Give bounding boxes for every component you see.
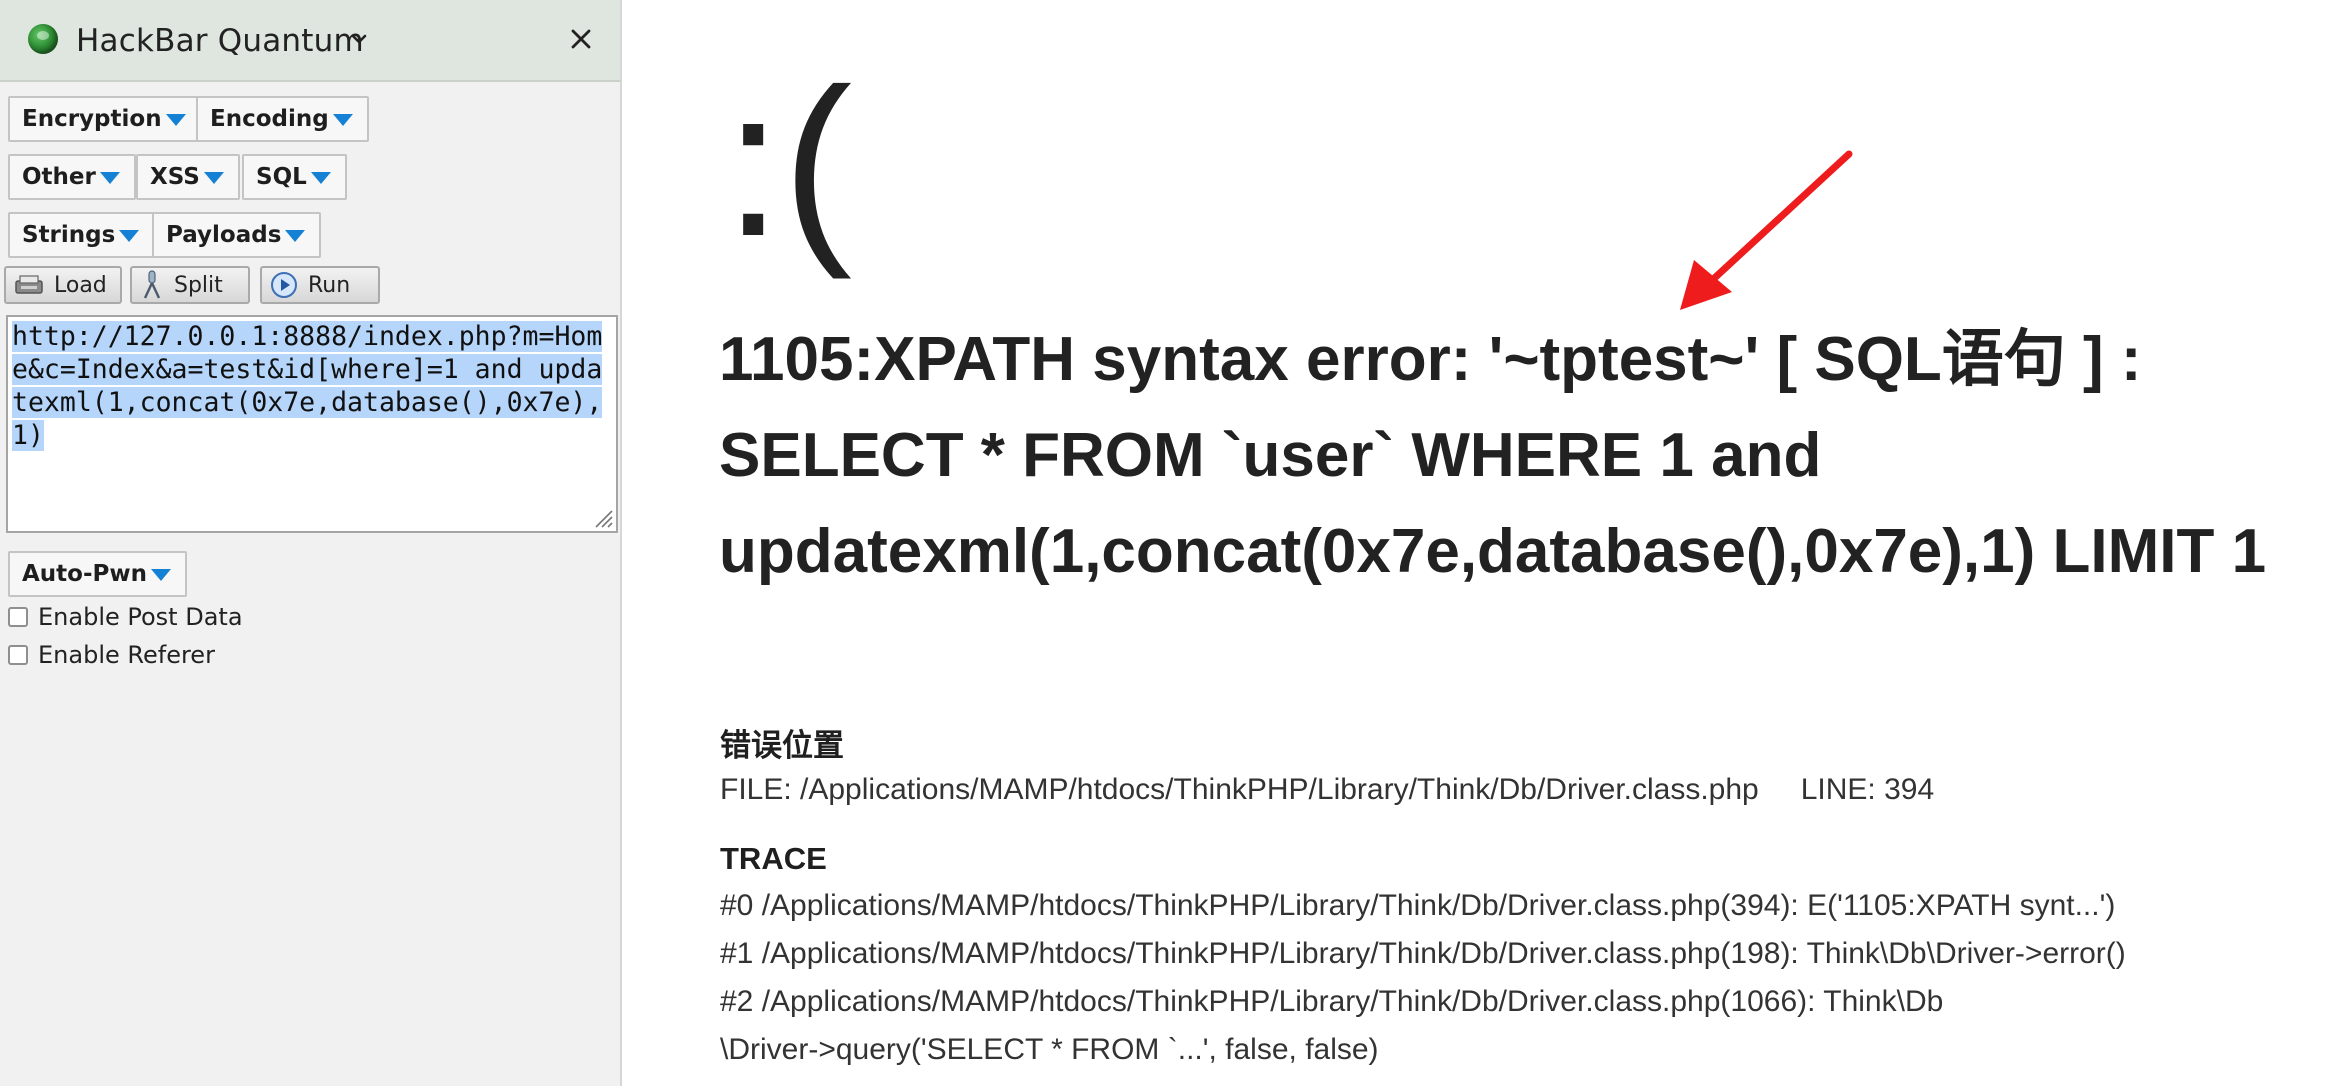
dropdown-triangle-icon [332,114,353,126]
encoding-menu-button[interactable]: Encoding [196,96,369,142]
url-textarea[interactable]: http://127.0.0.1:8888/index.php?m=Home&c… [6,315,618,533]
run-icon [271,272,297,298]
xss-menu-button[interactable]: XSS [136,154,240,200]
checkbox-box[interactable] [8,645,28,665]
split-url-icon [143,270,161,299]
error-page: :( 1105:XPATH syntax error: '~tptest~' [… [624,0,2342,1086]
hackbar-sidebar: HackBar Quantum Encryption Encoding Othe… [0,0,622,1086]
other-menu-button[interactable]: Other [8,154,136,200]
run-button[interactable]: Run [260,266,380,304]
split-button[interactable]: Split [130,266,250,304]
sql-menu-button[interactable]: SQL [242,154,347,200]
hackbar-title[interactable]: HackBar Quantum [76,23,364,59]
resize-grip-icon[interactable] [590,505,614,529]
strings-menu-button[interactable]: Strings [8,212,156,258]
trace-line: #2 /Applications/MAMP/htdocs/ThinkPHP/Li… [720,985,1944,1018]
dropdown-triangle-icon [285,230,306,242]
dropdown-triangle-icon [119,230,140,242]
hackbar-header: HackBar Quantum [0,0,620,82]
url-text: http://127.0.0.1:8888/index.php?m=Home&c… [12,321,603,451]
payloads-menu-button[interactable]: Payloads [152,212,322,258]
auto-pwn-menu-button[interactable]: Auto-Pwn [8,551,187,597]
trace-line: #1 /Applications/MAMP/htdocs/ThinkPHP/Li… [720,937,2126,970]
red-arrow-annotation-icon [1680,150,1853,310]
checkbox-box[interactable] [8,607,28,627]
error-location-heading: 错误位置 [720,728,844,763]
trace-line: #0 /Applications/MAMP/htdocs/ThinkPHP/Li… [720,889,2116,922]
dropdown-triangle-icon [165,114,186,126]
enable-post-data-checkbox[interactable]: Enable Post Data [8,602,243,632]
error-file-path: FILE: /Applications/MAMP/htdocs/ThinkPHP… [720,773,1935,806]
chevron-down-icon[interactable] [349,29,369,49]
encryption-menu-button[interactable]: Encryption [8,96,202,142]
enable-referer-checkbox[interactable]: Enable Referer [8,640,215,670]
trace-line: \Driver->query('SELECT * FROM `...', fal… [720,1033,1379,1066]
load-button[interactable]: Load [4,266,122,304]
dropdown-triangle-icon [310,172,331,184]
sad-face-text: :( [724,45,853,280]
dropdown-triangle-icon [99,172,120,184]
hackbar-logo-icon [28,24,58,54]
load-url-icon [15,275,43,294]
dropdown-triangle-icon [151,569,171,581]
close-icon[interactable] [564,22,598,56]
error-message: 1105:XPATH syntax error: '~tptest~' [ SQ… [719,325,2267,586]
dropdown-triangle-icon [203,172,224,184]
error-line-number: LINE: 394 [1800,773,1935,806]
trace-heading: TRACE [720,841,827,876]
